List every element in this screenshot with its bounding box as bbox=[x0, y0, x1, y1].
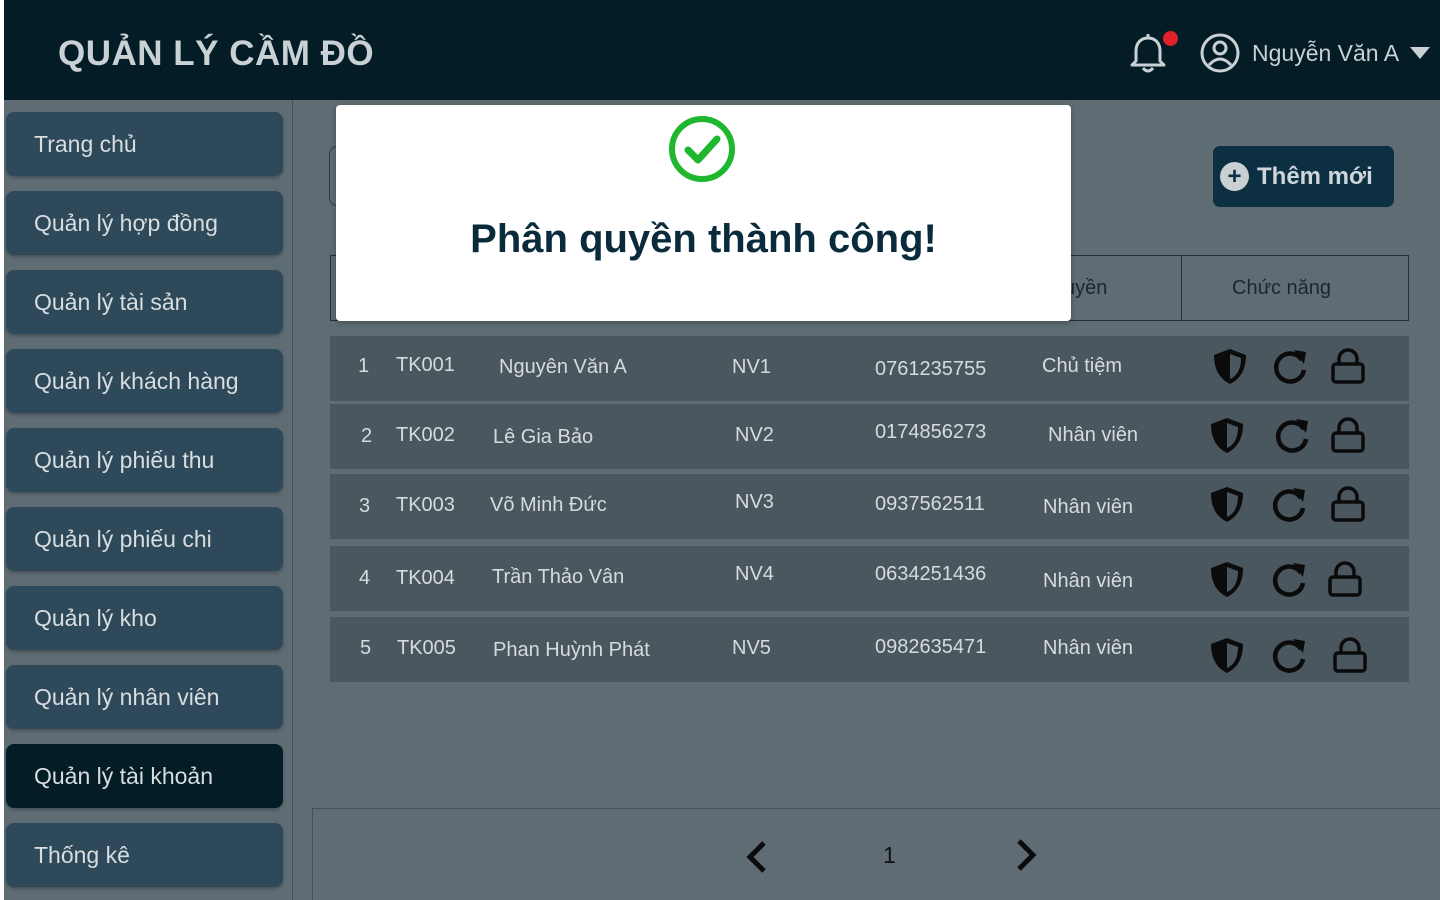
sidebar-item-employees[interactable]: Quản lý nhân viên bbox=[6, 665, 283, 729]
cell-phone: 0761235755 bbox=[875, 358, 987, 380]
table-row: 4 TK004 Trần Thảo Vân NV4 0634251436 Nhâ… bbox=[330, 546, 1409, 611]
cell-role: Nhân viên bbox=[1043, 570, 1134, 592]
chevron-right-icon[interactable] bbox=[1007, 837, 1043, 873]
lock-icon[interactable] bbox=[1325, 559, 1365, 599]
cell-name: Lê Gia Bảo bbox=[493, 426, 594, 448]
shield-icon[interactable] bbox=[1207, 559, 1247, 599]
cell-phone: 0937562511 bbox=[875, 493, 985, 515]
shield-icon[interactable] bbox=[1210, 346, 1250, 386]
sidebar-item-warehouse[interactable]: Quản lý kho bbox=[6, 586, 283, 650]
add-new-label: Thêm mới bbox=[1257, 162, 1373, 190]
success-dialog: Phân quyền thành công! bbox=[336, 105, 1071, 321]
table-row: 1 TK001 Nguyên Văn A NV1 0761235755 Chủ … bbox=[330, 336, 1409, 401]
cell-stt: 1 bbox=[358, 355, 370, 377]
cell-phone: 0634251436 bbox=[875, 563, 987, 585]
sidebar-item-receipts[interactable]: Quản lý phiếu thu bbox=[6, 428, 283, 492]
caret-down-icon bbox=[1410, 47, 1431, 59]
user-name: Nguyễn Văn A bbox=[1252, 39, 1400, 66]
app-title: QUẢN LÝ CẦM ĐỒ bbox=[58, 34, 375, 73]
sidebar: Trang chủ Quản lý hợp đồng Quản lý tài s… bbox=[4, 100, 293, 900]
table-row: 3 TK003 Võ Minh Đức NV3 0937562511 Nhân … bbox=[330, 474, 1409, 539]
reset-icon[interactable] bbox=[1270, 346, 1310, 386]
success-message: Phân quyền thành công! bbox=[470, 217, 937, 261]
sidebar-item-accounts[interactable]: Quản lý tài khoản bbox=[6, 744, 283, 808]
shield-icon[interactable] bbox=[1207, 635, 1247, 675]
cell-name: Phan Huỳnh Phát bbox=[493, 639, 650, 661]
cell-role: Nhân viên bbox=[1043, 637, 1134, 659]
cell-role: Nhân viên bbox=[1043, 496, 1134, 518]
cell-account-id: TK001 bbox=[396, 354, 455, 376]
cell-name: Võ Minh Đức bbox=[490, 494, 607, 516]
cell-employee-id: NV5 bbox=[732, 637, 771, 659]
cell-account-id: TK005 bbox=[397, 637, 456, 659]
cell-phone: 0174856273 bbox=[875, 421, 987, 443]
sidebar-item-assets[interactable]: Quản lý tài sản bbox=[6, 270, 283, 334]
cell-employee-id: NV4 bbox=[735, 563, 774, 585]
sidebar-item-home[interactable]: Trang chủ bbox=[6, 112, 283, 176]
notification-badge bbox=[1163, 31, 1178, 46]
cell-phone: 0982635471 bbox=[875, 636, 987, 658]
cell-account-id: TK003 bbox=[396, 494, 455, 516]
pagination: 1 bbox=[312, 808, 1440, 900]
cell-employee-id: NV3 bbox=[735, 491, 774, 513]
cell-name: Trần Thảo Vân bbox=[492, 566, 625, 588]
cell-stt: 3 bbox=[359, 495, 371, 517]
cell-role: Chủ tiệm bbox=[1042, 355, 1123, 377]
check-circle-icon bbox=[669, 116, 735, 182]
cell-account-id: TK004 bbox=[396, 567, 455, 589]
table-row: 2 TK002 Lê Gia Bảo NV2 0174856273 Nhân v… bbox=[330, 404, 1409, 469]
cell-stt: 5 bbox=[360, 637, 372, 659]
lock-icon[interactable] bbox=[1328, 484, 1368, 524]
shield-icon[interactable] bbox=[1207, 484, 1247, 524]
cell-employee-id: NV2 bbox=[735, 424, 774, 446]
header-actions: Chức năng bbox=[1232, 276, 1332, 299]
cell-role: Nhân viên bbox=[1048, 424, 1139, 446]
user-avatar-icon bbox=[1200, 33, 1240, 73]
user-menu[interactable]: Nguyễn Văn A bbox=[1198, 30, 1431, 76]
header-divider bbox=[1181, 256, 1182, 320]
reset-icon[interactable] bbox=[1269, 635, 1309, 675]
sidebar-item-statistics[interactable]: Thống kê bbox=[6, 823, 283, 887]
sidebar-item-payments[interactable]: Quản lý phiếu chi bbox=[6, 507, 283, 571]
lock-icon[interactable] bbox=[1328, 415, 1368, 455]
sidebar-item-customers[interactable]: Quản lý khách hàng bbox=[6, 349, 283, 413]
page-number[interactable]: 1 bbox=[883, 842, 896, 869]
reset-icon[interactable] bbox=[1269, 559, 1309, 599]
table-row: 5 TK005 Phan Huỳnh Phát NV5 0982635471 N… bbox=[330, 617, 1409, 682]
sidebar-item-contracts[interactable]: Quản lý hợp đồng bbox=[6, 191, 283, 255]
reset-icon[interactable] bbox=[1272, 415, 1312, 455]
cell-stt: 4 bbox=[359, 567, 371, 589]
shield-icon[interactable] bbox=[1207, 415, 1247, 455]
add-new-button[interactable]: + Thêm mới bbox=[1213, 146, 1394, 207]
cell-account-id: TK002 bbox=[396, 424, 455, 446]
chevron-left-icon[interactable] bbox=[740, 839, 776, 875]
reset-icon[interactable] bbox=[1269, 484, 1309, 524]
lock-icon[interactable] bbox=[1328, 346, 1368, 386]
cell-name: Nguyên Văn A bbox=[499, 356, 627, 378]
lock-icon[interactable] bbox=[1330, 635, 1370, 675]
plus-icon: + bbox=[1220, 162, 1249, 191]
cell-stt: 2 bbox=[361, 425, 373, 447]
cell-employee-id: NV1 bbox=[732, 356, 771, 378]
